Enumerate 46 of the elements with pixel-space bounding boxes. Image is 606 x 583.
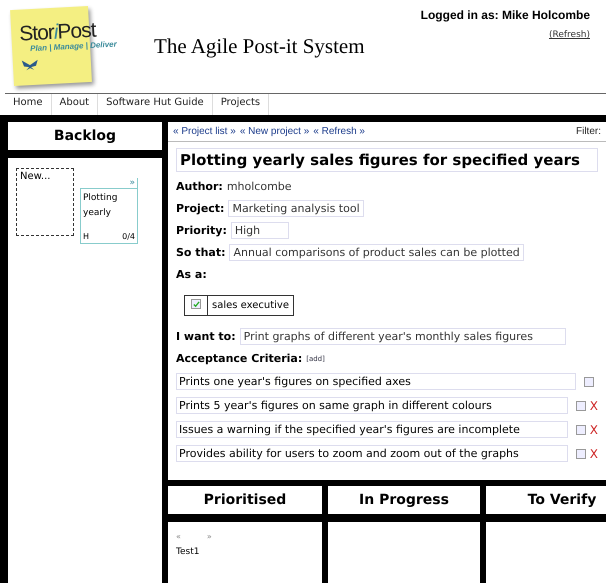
column-title: To Verify <box>486 486 606 522</box>
criterion-field[interactable]: Prints one year's figures on specified axes <box>176 373 576 390</box>
toolbar-link[interactable]: « Refresh » <box>313 126 365 137</box>
column-title: In Progress <box>328 486 480 522</box>
new-card[interactable]: New... <box>16 168 74 236</box>
refresh-link[interactable]: (Refresh) <box>548 30 590 40</box>
field-label: Acceptance Criteria: <box>176 352 302 365</box>
story-card[interactable]: Plotting yearly H 0/4 <box>80 188 138 244</box>
field-label: Priority: <box>176 224 227 237</box>
add-link[interactable]: [add] <box>306 354 325 362</box>
field-label: Project: <box>176 202 224 215</box>
story-title[interactable]: Plotting yearly sales figures for specified years <box>176 148 598 172</box>
field-value[interactable]: Annual comparisons of product sales can be plotted <box>229 244 524 261</box>
toolbar-link[interactable]: « New project » <box>240 126 310 137</box>
field-value: mholcombe <box>226 180 292 193</box>
delete-link[interactable]: X <box>590 422 598 436</box>
story-card[interactable]: Test1 <box>176 547 200 557</box>
criterion-checkbox[interactable] <box>576 448 586 458</box>
role-checkbox[interactable] <box>191 299 201 309</box>
field-label: Author: <box>176 180 223 193</box>
field-value[interactable]: Print graphs of different year's monthly sales figures <box>240 328 566 345</box>
site-title: The Agile Post-it System <box>154 34 365 59</box>
butterfly-icon <box>20 58 40 72</box>
role-name: sales executive <box>211 299 290 313</box>
delete-link[interactable]: X <box>590 446 598 460</box>
criterion-field[interactable]: Provides ability for users to zoom and zoom out of the graphs <box>176 445 568 462</box>
field-label: I want to: <box>176 330 236 343</box>
field-label: So that: <box>176 246 226 259</box>
field-value[interactable]: Marketing analysis tool <box>228 200 364 217</box>
delete-link[interactable]: X <box>590 398 598 412</box>
criterion-checkbox[interactable] <box>576 400 586 410</box>
criterion-field[interactable]: Prints 5 year's figures on same graph in different colours <box>176 397 568 414</box>
toolbar-link[interactable]: « Project list » <box>173 126 236 137</box>
move-link[interactable]: » <box>129 178 138 188</box>
criterion-checkbox[interactable] <box>584 376 594 386</box>
criterion-field[interactable]: Issues a warning if the specified year's figures are incomplete <box>176 421 568 438</box>
field-value[interactable]: High <box>230 222 289 239</box>
login-status: Logged in as: Mike Holcombe <box>420 8 590 22</box>
move-link[interactable]: » <box>206 532 212 541</box>
column-title: Prioritised <box>168 486 322 522</box>
filter-label: Filter: <box>576 126 601 137</box>
field-label: As a: <box>176 268 207 281</box>
logo-tagline: Plan | Manage | Deliver <box>30 40 117 54</box>
criterion-checkbox[interactable] <box>576 424 586 434</box>
move-link[interactable]: « <box>176 532 181 541</box>
column-title: Backlog <box>8 122 162 158</box>
